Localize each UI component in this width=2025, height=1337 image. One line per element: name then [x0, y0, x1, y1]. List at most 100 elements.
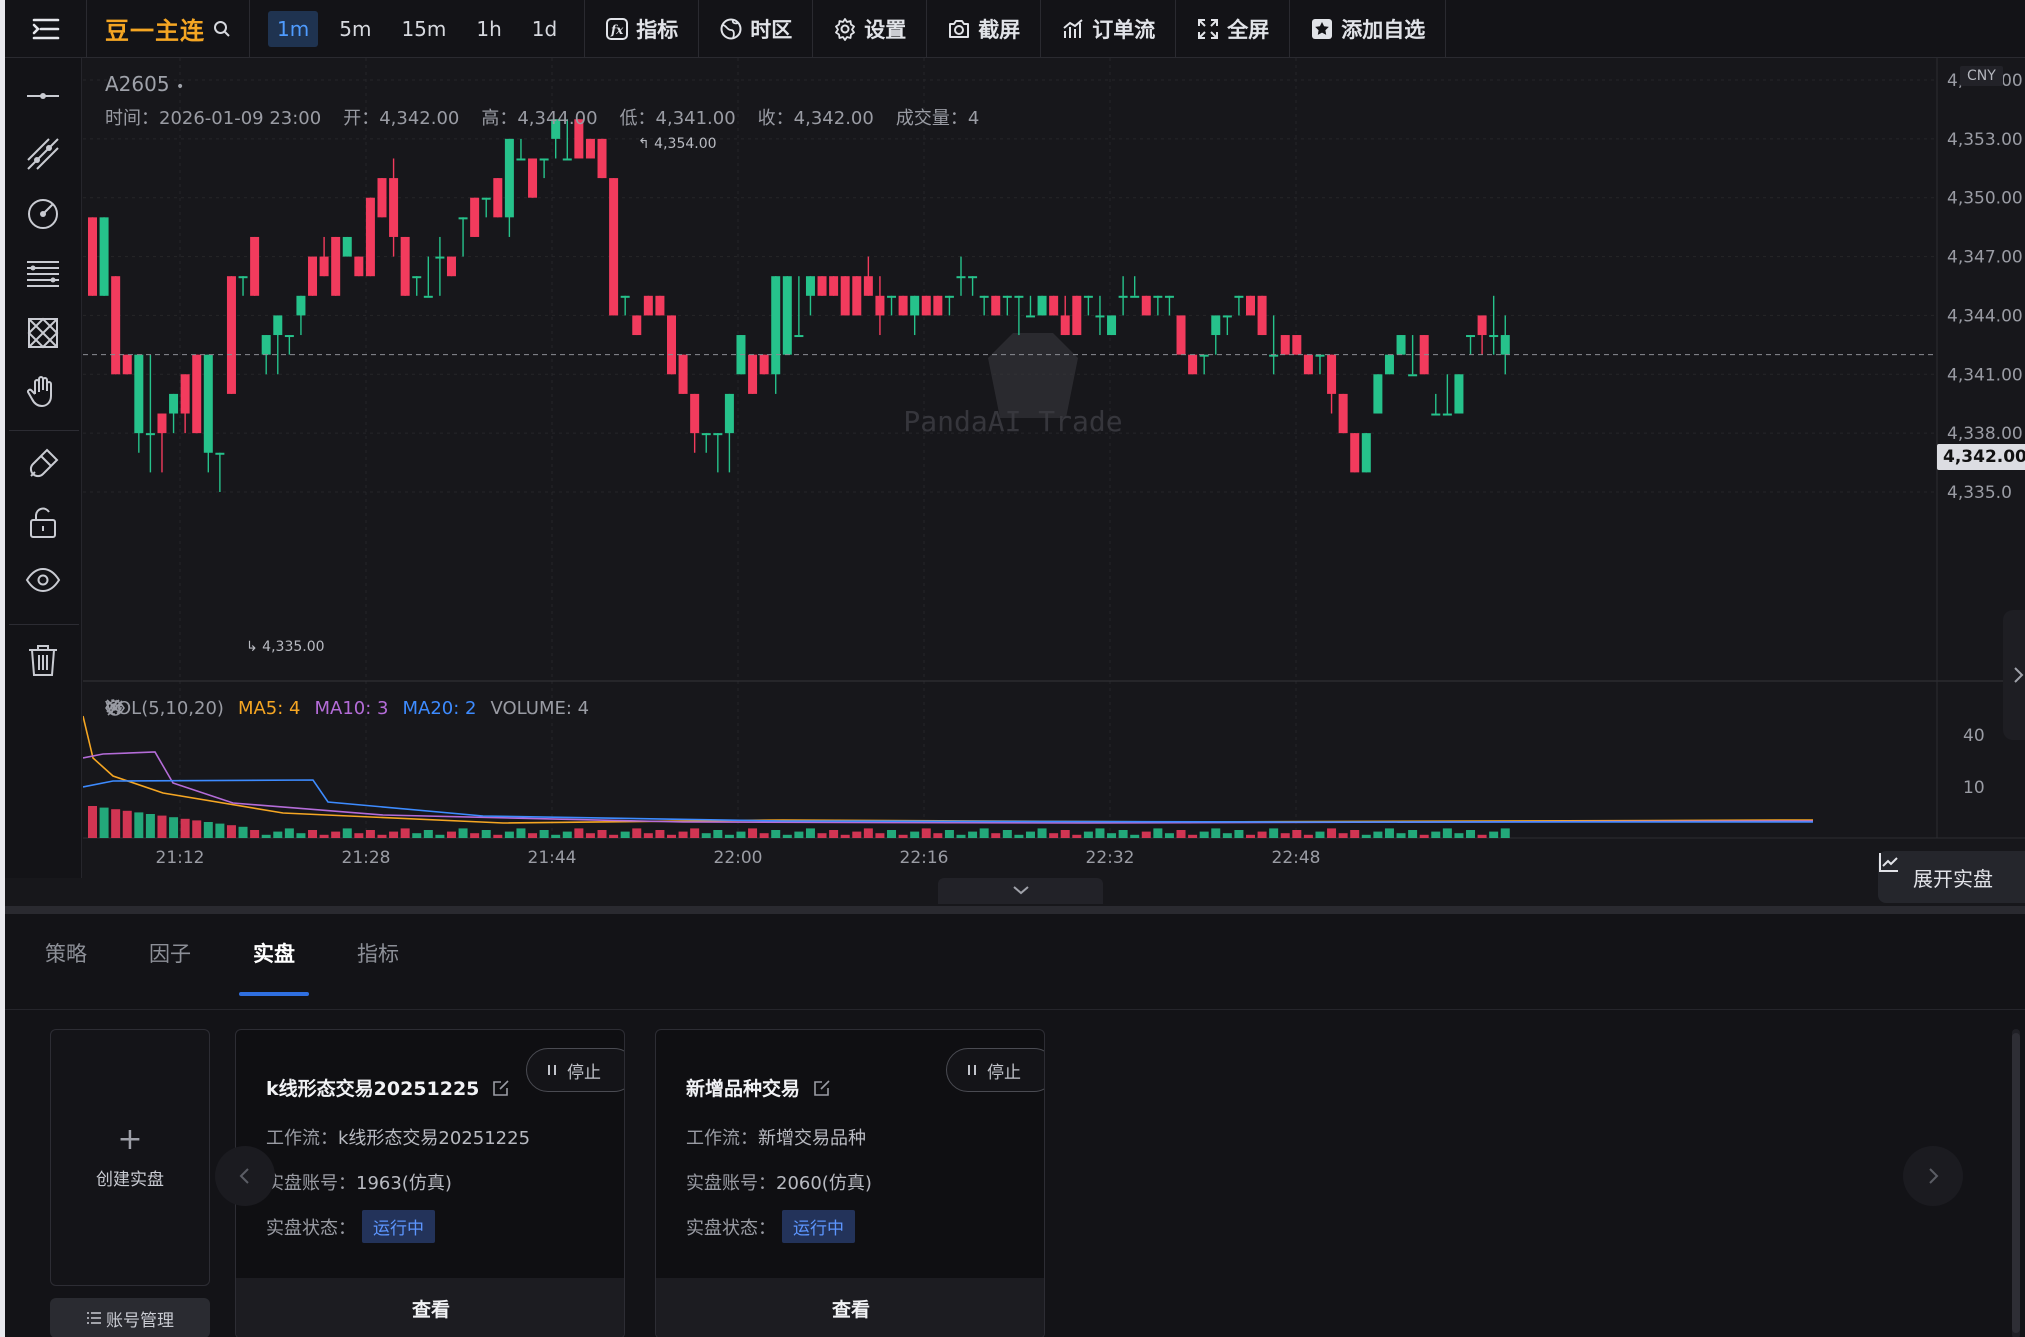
candle-body — [782, 276, 792, 355]
account-label: 实盘账号： — [686, 1173, 776, 1194]
tab-indicator[interactable]: 指标 — [357, 938, 399, 996]
lock-tool[interactable] — [23, 502, 63, 542]
magnet-tool[interactable] — [23, 444, 63, 484]
timezone-button[interactable]: 时区 — [699, 0, 814, 58]
volume-bar — [504, 831, 514, 838]
candle-body — [99, 217, 109, 296]
chart-canvas[interactable]: 4,356.004,353.004,350.004,347.004,344.00… — [83, 58, 2025, 878]
edit-icon[interactable] — [812, 1078, 832, 1098]
tool-divider — [9, 430, 79, 431]
volume-bar — [1292, 830, 1302, 838]
candle-body — [169, 393, 179, 414]
bar-chart-icon — [1063, 18, 1083, 38]
circle-tool[interactable] — [23, 194, 63, 234]
delete-tool[interactable] — [23, 640, 63, 680]
menu-toggle-button[interactable] — [5, 0, 87, 58]
edit-icon[interactable] — [491, 1078, 511, 1098]
candle-body — [1327, 354, 1337, 394]
volume-bar — [331, 831, 341, 838]
fullscreen-button[interactable]: 全屏 — [1176, 0, 1291, 58]
candle-body — [597, 138, 607, 179]
candle-body — [1454, 374, 1464, 414]
expand-live-button[interactable]: 展开实盘 — [1878, 851, 2025, 903]
symbol-selector[interactable]: 豆一主连 — [87, 0, 250, 58]
volume-bar — [1338, 833, 1348, 838]
create-live-card[interactable]: + 创建实盘 — [50, 1029, 210, 1286]
x-tick-label: 22:48 — [1272, 848, 1321, 868]
candle-body — [319, 256, 329, 277]
timeframe-1d[interactable]: 1d — [523, 11, 566, 47]
panel-scrollbar[interactable] — [2012, 1029, 2020, 1337]
volume-bar — [585, 833, 595, 838]
right-panel-toggle[interactable] — [2003, 610, 2025, 740]
timeframe-1h[interactable]: 1h — [467, 11, 510, 47]
orderflow-button[interactable]: 订单流 — [1041, 0, 1177, 58]
collapse-chart-toggle[interactable] — [938, 878, 1103, 904]
orderflow-label: 订单流 — [1092, 17, 1156, 42]
trend-line-tool[interactable] — [23, 134, 63, 174]
symbol-name: 豆一主连 — [105, 17, 205, 45]
circle-target-icon — [28, 199, 58, 229]
candle-body — [238, 276, 248, 279]
candle-body — [1373, 374, 1383, 414]
stop-button[interactable]: 停止 — [526, 1048, 624, 1092]
volume-bar — [145, 814, 155, 838]
add-watchlist-button[interactable]: 添加自选 — [1290, 0, 1447, 58]
fibonacci-tool[interactable] — [23, 254, 63, 294]
volume-bar — [1442, 828, 1452, 838]
magnet-icon — [29, 448, 59, 478]
candle-body — [968, 276, 978, 279]
candle-body — [1280, 335, 1290, 355]
candle-body — [354, 256, 364, 277]
candle-body — [1176, 315, 1186, 355]
volume-bar — [296, 833, 306, 838]
volume-bar — [887, 830, 897, 838]
tab-live[interactable]: 实盘 — [239, 938, 309, 996]
volume-bar — [192, 820, 202, 838]
close-indicator-icon[interactable] — [105, 698, 121, 714]
volume-bar — [1489, 831, 1499, 838]
volume-bar — [701, 833, 711, 838]
tab-strategy[interactable]: 策略 — [45, 938, 87, 996]
volume-bar — [412, 833, 422, 838]
indicator-button[interactable]: fx 指标 — [585, 0, 700, 58]
volume-bar — [597, 830, 607, 838]
view-button[interactable]: 查看 — [656, 1278, 1044, 1337]
kline-chart[interactable]: 4,356.004,353.004,350.004,347.004,344.00… — [83, 58, 2025, 904]
candle-body — [991, 295, 1001, 316]
stop-button[interactable]: 停止 — [946, 1048, 1044, 1092]
timeframe-15m[interactable]: 15m — [392, 11, 455, 47]
hand-tool[interactable] — [23, 372, 63, 412]
volume-bar — [308, 830, 318, 838]
pattern-tool[interactable] — [23, 313, 63, 353]
candle-body — [145, 433, 155, 436]
view-button[interactable]: 查看 — [236, 1278, 624, 1337]
candle-body — [1083, 295, 1093, 298]
horizontal-line-tool[interactable] — [23, 76, 63, 116]
carousel-next-button[interactable] — [1903, 1146, 1963, 1206]
candle-body — [203, 354, 213, 453]
visibility-tool[interactable] — [23, 560, 63, 600]
timeframe-5m[interactable]: 5m — [330, 11, 380, 47]
high-marker-label: ↰ 4,354.00 — [638, 136, 717, 152]
volume-bar — [1257, 831, 1267, 838]
screenshot-button[interactable]: 截屏 — [927, 0, 1042, 58]
bottom-tabs: 策略 因子 实盘 指标 — [45, 938, 461, 996]
settings-button[interactable]: 设置 — [813, 0, 928, 58]
candle-body — [910, 295, 920, 316]
candle-body — [1361, 433, 1371, 473]
volume-bar — [111, 809, 121, 838]
candle-body — [1188, 354, 1198, 375]
tab-factor[interactable]: 因子 — [149, 938, 191, 996]
scrollbar-thumb[interactable] — [2012, 1033, 2020, 1333]
volume-bar — [1083, 831, 1093, 838]
expand-live-label: 展开实盘 — [1913, 866, 1993, 891]
account-manage-button[interactable]: 账号管理 — [50, 1298, 210, 1337]
volume-bar — [829, 830, 839, 838]
timeframe-1m[interactable]: 1m — [268, 10, 319, 47]
volume-bar — [354, 833, 364, 838]
volume-bar — [748, 828, 758, 838]
carousel-prev-button[interactable] — [215, 1146, 275, 1206]
candle-body — [1246, 295, 1255, 316]
candle-body — [273, 315, 283, 336]
